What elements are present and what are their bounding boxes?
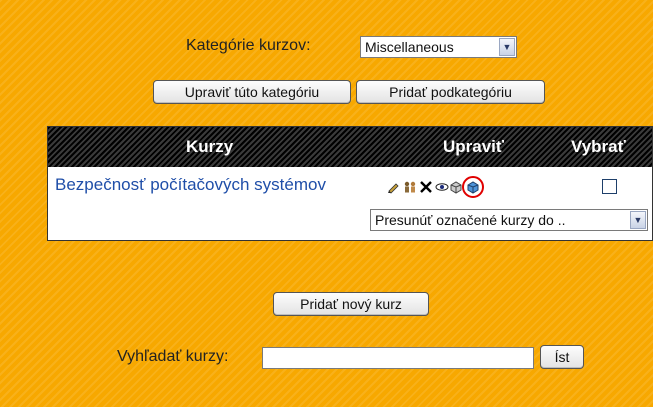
add-subcategory-button[interactable]: Pridať podkategóriu: [356, 80, 545, 104]
edit-category-button[interactable]: Upraviť túto kategóriu: [153, 80, 351, 104]
edit-icon[interactable]: [387, 180, 401, 194]
category-select[interactable]: Miscellaneous ▼: [360, 36, 517, 58]
category-label: Kategórie kurzov:: [186, 37, 311, 54]
courses-table: Kurzy Upraviť Vybrať Bezpečnosť počítačo…: [47, 126, 653, 241]
add-course-button[interactable]: Pridať nový kurz: [273, 292, 429, 316]
visibility-eye-icon[interactable]: [435, 180, 449, 194]
search-input[interactable]: [262, 347, 534, 369]
move-courses-select[interactable]: Presunúť označené kurzy do .. ▼: [370, 209, 648, 231]
go-button[interactable]: Íst: [540, 345, 584, 369]
search-label: Vyhľadať kurzy:: [117, 348, 229, 365]
restore-icon[interactable]: [461, 175, 485, 199]
chevron-down-icon[interactable]: ▼: [499, 38, 515, 56]
users-icon[interactable]: [403, 180, 417, 194]
header-edit: Upraviť: [443, 137, 505, 156]
chevron-down-icon[interactable]: ▼: [630, 211, 646, 229]
header-courses: Kurzy: [186, 137, 234, 156]
table-header: Kurzy Upraviť Vybrať: [48, 127, 652, 167]
delete-icon[interactable]: [419, 180, 433, 194]
move-courses-select-value: Presunúť označené kurzy do ..: [375, 212, 566, 228]
header-select: Vybrať: [571, 137, 626, 156]
select-checkbox[interactable]: [602, 179, 617, 194]
category-select-value: Miscellaneous: [365, 39, 454, 55]
course-link[interactable]: Bezpečnosť počítačových systémov: [55, 175, 326, 195]
